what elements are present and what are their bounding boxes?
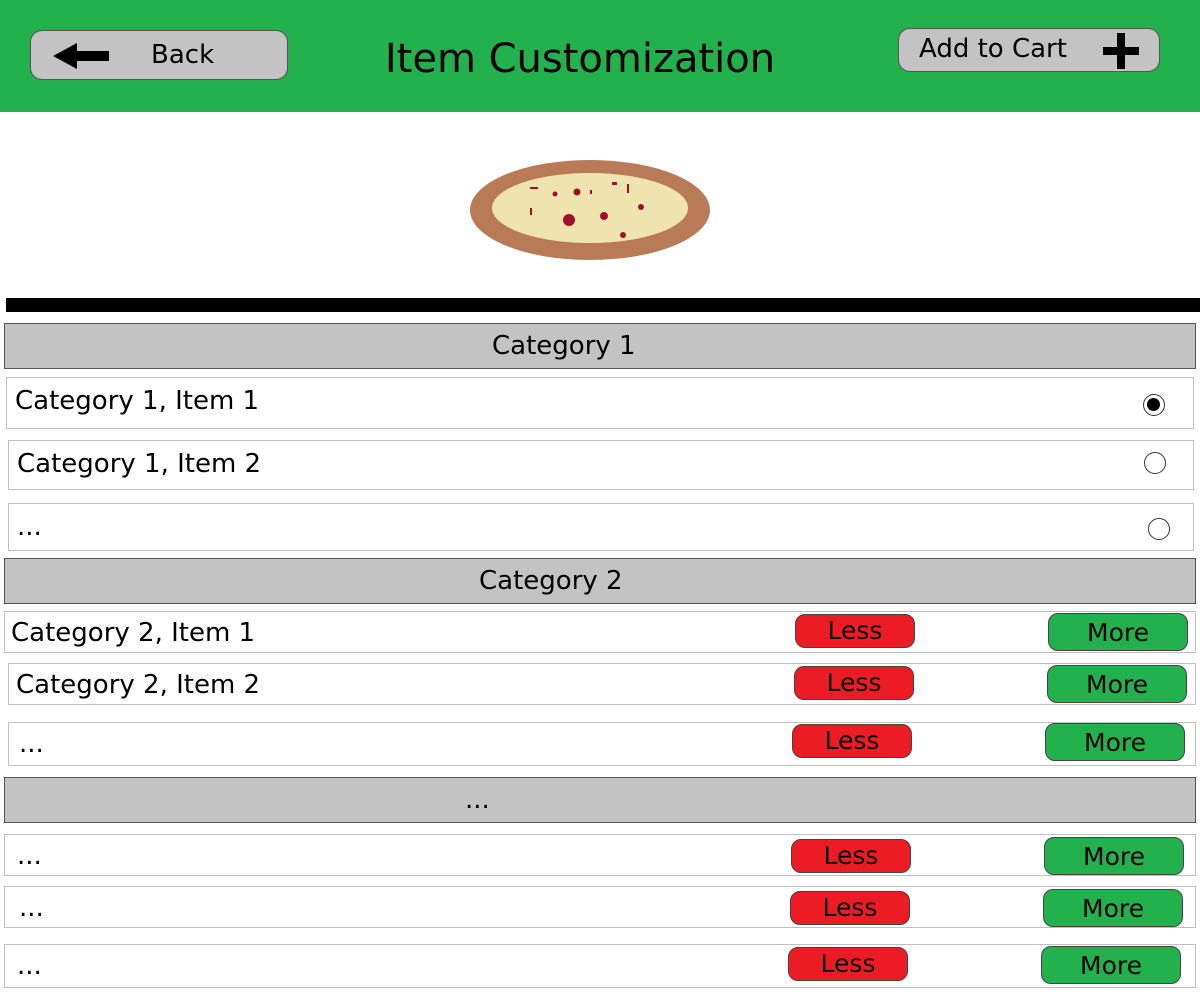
category-2-header: Category 2 — [4, 558, 1196, 604]
more-button[interactable]: More — [1043, 889, 1183, 927]
add-to-cart-label: Add to Cart — [919, 34, 1067, 64]
category-3-item-3-row: ... Less More — [4, 944, 1196, 988]
page-title: Item Customization — [384, 36, 776, 82]
category-1-item-1-row[interactable]: Category 1, Item 1 — [6, 377, 1194, 429]
category-1-title: Category 1 — [492, 331, 636, 361]
list-item-label: ... — [17, 951, 42, 981]
section-divider — [6, 298, 1200, 312]
less-button[interactable]: Less — [792, 724, 912, 758]
radio-button[interactable] — [1148, 518, 1170, 540]
radio-dot — [1147, 398, 1160, 411]
radio-button-selected[interactable] — [1143, 394, 1165, 416]
less-button[interactable]: Less — [795, 614, 915, 648]
category-1-item-2-row[interactable]: Category 1, Item 2 — [8, 440, 1194, 490]
category-2-item-2-row: Category 2, Item 2 Less More — [8, 663, 1196, 705]
header-bar: Back Item Customization Add to Cart — [0, 0, 1200, 112]
category-2-item-3-row: ... Less More — [8, 722, 1196, 766]
category-3-item-2-row: ... Less More — [4, 886, 1196, 928]
back-button-label: Back — [151, 40, 215, 70]
more-button[interactable]: More — [1044, 837, 1184, 875]
category-2-item-1-row: Category 2, Item 1 Less More — [4, 611, 1196, 653]
radio-button[interactable] — [1144, 452, 1166, 474]
more-button[interactable]: More — [1045, 723, 1185, 761]
category-1-header: Category 1 — [4, 323, 1196, 369]
less-button[interactable]: Less — [794, 666, 914, 700]
category-2-title: Category 2 — [479, 566, 623, 596]
less-button[interactable]: Less — [788, 947, 908, 981]
list-item-label: ... — [19, 729, 44, 759]
more-button[interactable]: More — [1041, 946, 1181, 984]
category-3-title: ... — [465, 785, 490, 815]
less-button[interactable]: Less — [790, 891, 910, 925]
plus-icon — [1103, 33, 1139, 69]
category-1-item-3-row[interactable]: ... — [8, 503, 1194, 551]
more-button[interactable]: More — [1047, 665, 1187, 703]
list-item-label: Category 1, Item 1 — [15, 386, 260, 416]
list-item-label: ... — [19, 893, 44, 923]
list-item-label: ... — [17, 512, 42, 542]
left-arrow-icon — [53, 43, 109, 69]
add-to-cart-button[interactable]: Add to Cart — [898, 28, 1160, 72]
list-item-label: Category 1, Item 2 — [17, 449, 262, 479]
less-button[interactable]: Less — [791, 839, 911, 873]
category-3-item-1-row: ... Less More — [4, 834, 1196, 876]
list-item-label: Category 2, Item 1 — [11, 618, 256, 648]
category-3-header: ... — [4, 777, 1196, 823]
pizza-icon — [470, 160, 710, 260]
list-item-label: Category 2, Item 2 — [16, 670, 261, 700]
back-button[interactable]: Back — [30, 30, 288, 80]
list-item-label: ... — [17, 841, 42, 871]
more-button[interactable]: More — [1048, 613, 1188, 651]
